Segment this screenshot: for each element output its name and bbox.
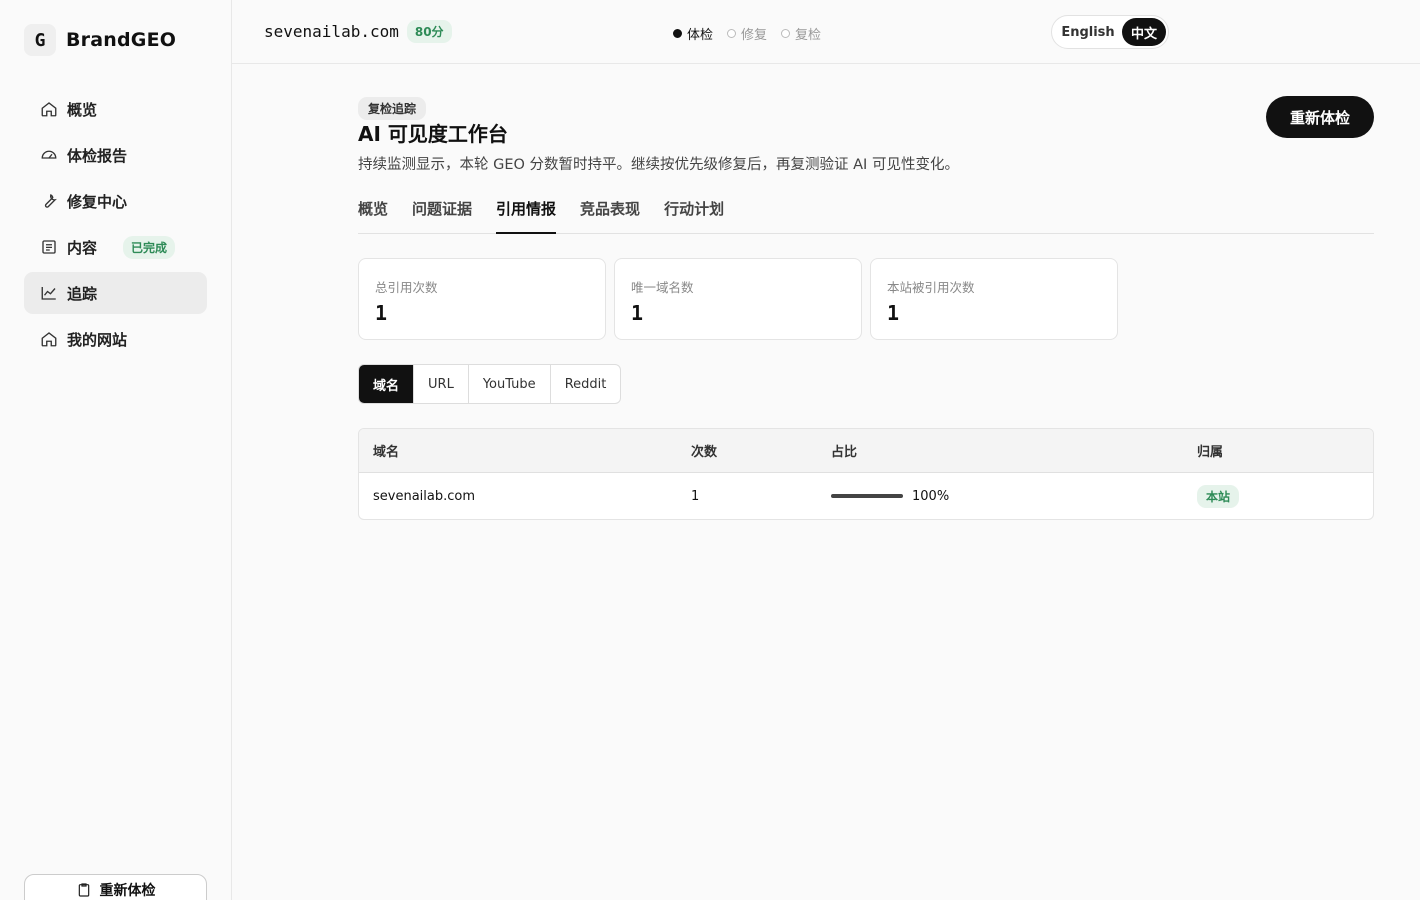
sidebar-item-label: 追踪: [67, 284, 98, 303]
stat-value: 1: [887, 301, 900, 325]
share-bar: [831, 494, 903, 498]
gauge-icon: [41, 150, 57, 159]
lang-chinese-option[interactable]: 中文: [1122, 18, 1166, 46]
home-icon: [41, 332, 57, 347]
segment-reddit[interactable]: Reddit: [551, 365, 621, 403]
stat-cards: 总引用次数 1 唯一域名数 1 本站被引用次数 1: [358, 258, 1118, 340]
column-header-share[interactable]: 占比: [831, 429, 857, 472]
step-recheck: 复检: [781, 24, 821, 43]
sidebar-item-label: 我的网站: [67, 330, 128, 349]
tab-citations[interactable]: 引用情报: [496, 198, 557, 234]
tab-evidence[interactable]: 问题证据: [412, 198, 472, 234]
progress-steps: 体检 修复 复检: [673, 24, 821, 43]
sidebar: G BrandGEO 概览 体检报告 修复中心 内容 已完成 追踪 我的网站 重…: [0, 0, 232, 900]
recheck-sidebar-label: 重新体检: [99, 883, 156, 899]
recheck-button[interactable]: 重新体检: [1266, 96, 1374, 138]
cell-owner: 本站: [1197, 473, 1240, 519]
tab-bar: 概览 问题证据 引用情报 竞品表现 行动计划: [358, 198, 1374, 234]
wrench-icon: [44, 194, 57, 208]
sidebar-item-content[interactable]: 内容 已完成: [24, 226, 207, 268]
page-title: AI 可见度工作台: [358, 122, 508, 146]
stat-unique-domains: 唯一域名数 1: [614, 258, 862, 340]
step-checkup: 体检: [673, 24, 713, 43]
column-header-domain[interactable]: 域名: [373, 429, 399, 472]
cell-domain: sevenailab.com: [373, 488, 476, 504]
tab-competitors[interactable]: 竞品表现: [580, 198, 640, 234]
sidebar-item-label: 概览: [67, 100, 98, 119]
tab-overview[interactable]: 概览: [358, 198, 388, 234]
chart-line-icon: [41, 287, 56, 300]
sidebar-item-my-sites[interactable]: 我的网站: [24, 318, 207, 360]
citations-table: 域名 次数 占比 归属 sevenailab.com 1 100% 本站: [358, 428, 1374, 520]
step-dot-icon: [727, 29, 737, 38]
tab-action-plan[interactable]: 行动计划: [664, 198, 724, 234]
clipboard-icon: [78, 883, 89, 897]
share-percent: 100%: [912, 488, 950, 504]
sidebar-item-label: 修复中心: [67, 192, 128, 211]
lang-english-option[interactable]: English: [1054, 18, 1122, 46]
document-icon: [42, 240, 56, 254]
step-label: 体检: [687, 28, 714, 43]
stat-label: 本站被引用次数: [887, 280, 975, 295]
stat-own-site-citations: 本站被引用次数 1: [870, 258, 1118, 340]
recheck-sidebar-button[interactable]: 重新体检: [24, 874, 207, 900]
column-header-count[interactable]: 次数: [691, 429, 717, 472]
page-subtitle: 持续监测显示，本轮 GEO 分数暂时持平。继续按优先级修复后，再复测验证 AI …: [358, 157, 959, 173]
current-site: sevenailab.com 80分: [264, 20, 452, 43]
stat-value: 1: [375, 301, 388, 325]
sidebar-item-repair[interactable]: 修复中心: [24, 180, 207, 222]
segment-domain[interactable]: 域名: [359, 365, 415, 403]
segment-youtube[interactable]: YouTube: [469, 365, 551, 403]
stat-label: 唯一域名数: [631, 280, 694, 295]
column-header-owner[interactable]: 归属: [1197, 429, 1223, 472]
table-header: 域名 次数 占比 归属: [359, 429, 1373, 473]
step-dot-icon: [673, 29, 682, 38]
owner-badge: 本站: [1197, 484, 1240, 508]
sidebar-item-report[interactable]: 体检报告: [24, 134, 207, 176]
top-bar: sevenailab.com 80分 体检 修复 复检 English 中文: [232, 0, 1420, 64]
step-dot-icon: [781, 29, 791, 38]
status-badge: 已完成: [123, 235, 176, 259]
sidebar-item-label: 体检报告: [67, 146, 128, 165]
citation-type-segmented-control: 域名 URL YouTube Reddit: [358, 364, 622, 404]
brand-name: BrandGEO: [66, 29, 177, 51]
site-domain: sevenailab.com: [264, 22, 399, 41]
section-chip: 复检追踪: [358, 97, 427, 120]
cell-count: 1: [691, 488, 700, 504]
brand-logo[interactable]: G BrandGEO: [24, 24, 176, 56]
step-label: 修复: [741, 28, 768, 43]
step-label: 复检: [795, 28, 822, 43]
stat-value: 1: [631, 301, 644, 325]
score-badge: 80分: [406, 20, 452, 43]
sidebar-nav: 概览 体检报告 修复中心 内容 已完成 追踪 我的网站: [24, 88, 207, 364]
segment-url[interactable]: URL: [414, 365, 469, 403]
sidebar-item-tracking[interactable]: 追踪: [24, 272, 207, 314]
table-row[interactable]: sevenailab.com 1 100% 本站: [359, 473, 1373, 519]
home-icon: [41, 102, 57, 117]
logo-mark: G: [24, 24, 56, 56]
step-repair: 修复: [727, 24, 767, 43]
stat-total-citations: 总引用次数 1: [358, 258, 606, 340]
cell-share: 100%: [831, 473, 949, 519]
share-bar-fill: [831, 494, 903, 498]
stat-label: 总引用次数: [375, 280, 438, 295]
sidebar-item-label: 内容: [67, 238, 98, 257]
language-toggle: English 中文: [1051, 15, 1169, 49]
sidebar-item-overview[interactable]: 概览: [24, 88, 207, 130]
